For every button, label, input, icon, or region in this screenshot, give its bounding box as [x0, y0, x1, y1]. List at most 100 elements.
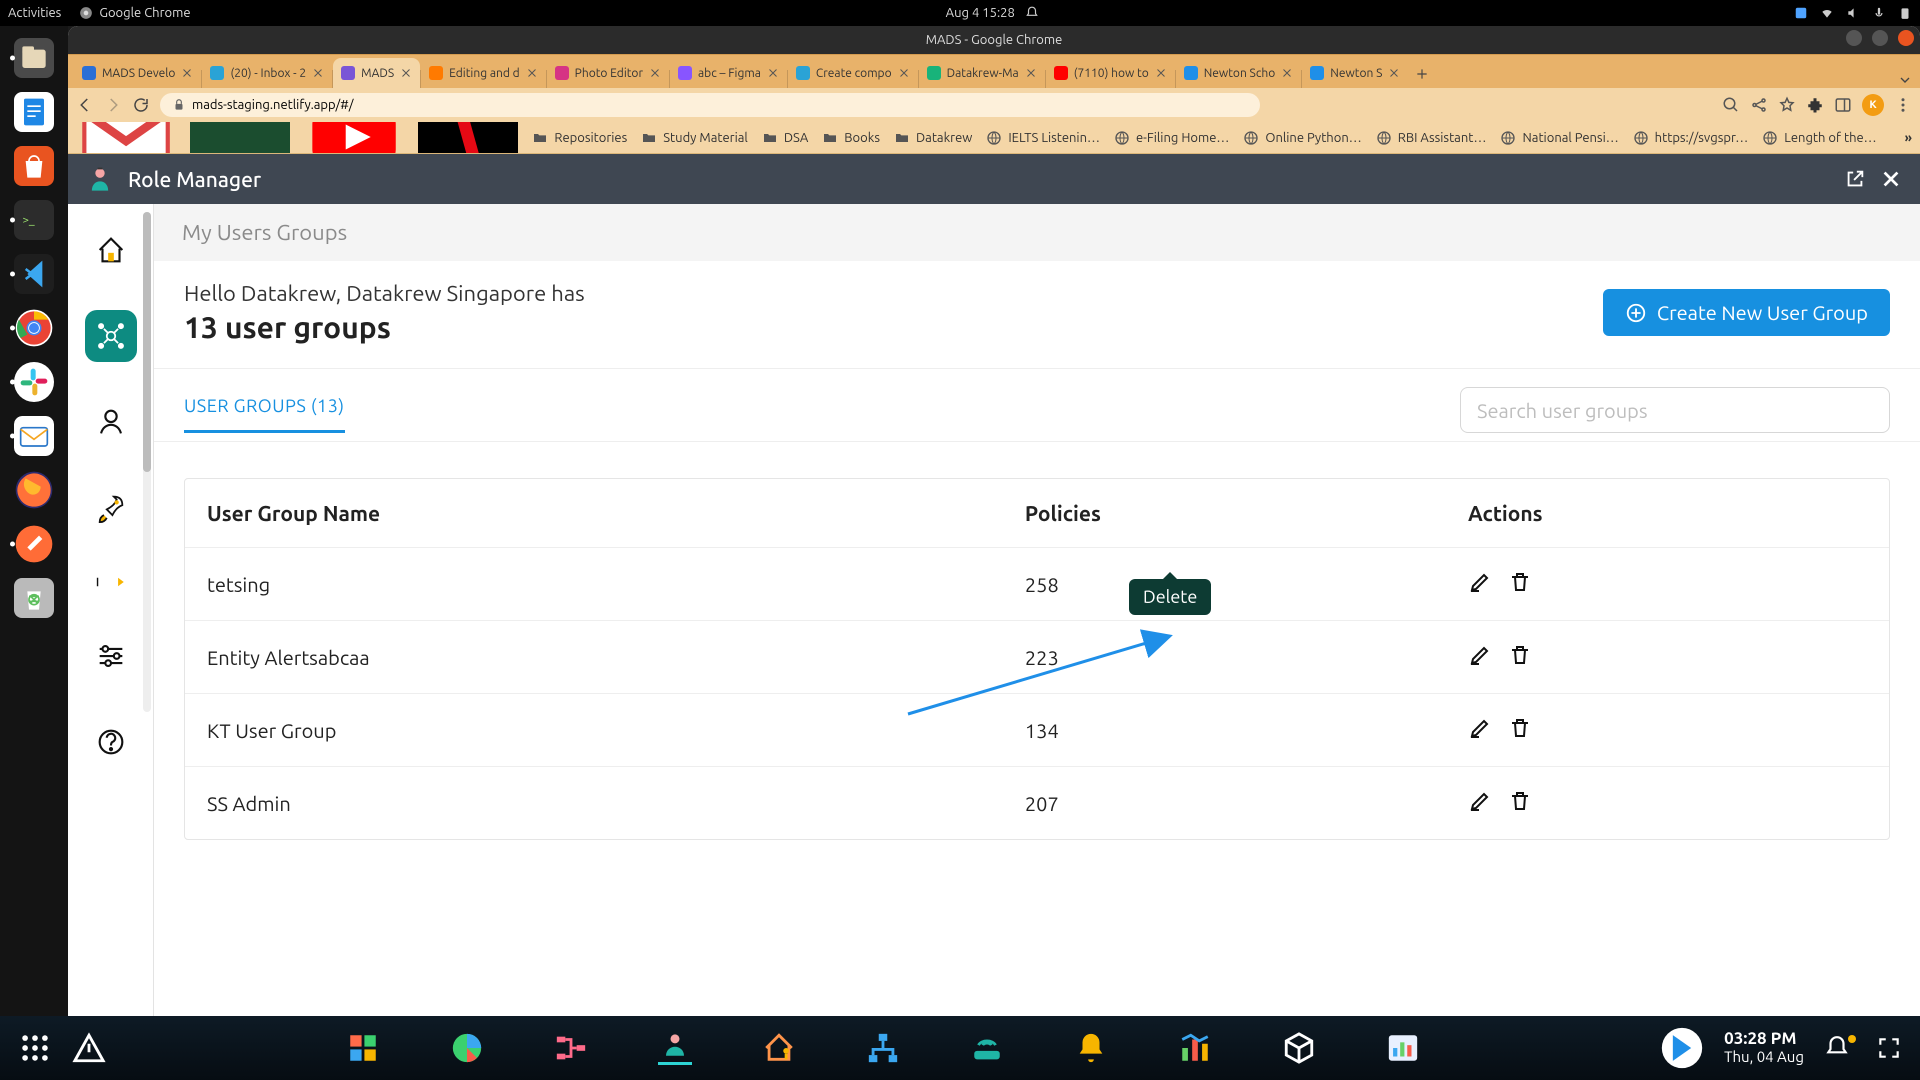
mic-icon[interactable]: [1872, 6, 1886, 20]
dock-terminal[interactable]: >_: [8, 194, 60, 246]
side-panel-icon[interactable]: [1834, 96, 1852, 114]
panel-bars-icon[interactable]: [1178, 1031, 1212, 1065]
rail-help[interactable]: [85, 716, 137, 768]
panel-chart-icon[interactable]: [1386, 1031, 1420, 1065]
tab-close-icon[interactable]: [400, 67, 412, 79]
browser-tab[interactable]: abc – Figma: [670, 58, 787, 88]
tab-close-icon[interactable]: [1155, 67, 1167, 79]
bookmark-icon-1[interactable]: [190, 122, 290, 154]
tabs-overflow-button[interactable]: [1890, 72, 1920, 88]
browser-tab[interactable]: (7110) how to: [1046, 58, 1175, 88]
search-user-groups[interactable]: [1460, 387, 1890, 433]
browser-tab[interactable]: Photo Editor: [547, 58, 669, 88]
dock-mail[interactable]: [8, 410, 60, 462]
indicator-icon[interactable]: [1794, 6, 1808, 20]
browser-tab[interactable]: Create compo: [788, 58, 918, 88]
delete-icon[interactable]: [1508, 789, 1532, 813]
minimize-button[interactable]: [1846, 30, 1862, 46]
bookmark-item[interactable]: National Pensi…: [1500, 130, 1618, 146]
omnibox[interactable]: [160, 93, 1260, 117]
activities-label[interactable]: Activities: [8, 6, 61, 20]
rail-scrollbar[interactable]: [143, 212, 151, 712]
panel-flow-icon[interactable]: [554, 1031, 588, 1065]
url-input[interactable]: [192, 98, 1248, 112]
bookmark-item[interactable]: IELTS Listenin…: [986, 130, 1100, 146]
dock-software[interactable]: [8, 140, 60, 192]
os-clock[interactable]: Aug 4 15:28: [946, 6, 1015, 20]
collapse-handle-icon[interactable]: [94, 565, 128, 599]
tab-close-icon[interactable]: [767, 67, 779, 79]
delete-icon[interactable]: [1508, 643, 1532, 667]
bookmark-item[interactable]: DSA: [762, 130, 808, 146]
dock-nautilus[interactable]: [8, 32, 60, 84]
bookmark-item[interactable]: e-Filing Home…: [1114, 130, 1229, 146]
rail-users[interactable]: [85, 396, 137, 448]
delete-icon[interactable]: [1508, 570, 1532, 594]
tab-close-icon[interactable]: [526, 67, 538, 79]
browser-tab[interactable]: Newton Scho: [1176, 58, 1302, 88]
panel-cube-icon[interactable]: [1282, 1031, 1316, 1065]
netflix-icon[interactable]: [418, 122, 518, 154]
rail-home[interactable]: [85, 224, 137, 276]
dock-slack[interactable]: [8, 356, 60, 408]
bookmark-item[interactable]: Online Python…: [1243, 130, 1361, 146]
edit-icon[interactable]: [1468, 570, 1492, 594]
panel-role-manager-icon[interactable]: [658, 1031, 692, 1065]
battery-icon[interactable]: [1898, 6, 1912, 20]
tab-close-icon[interactable]: [649, 67, 661, 79]
tab-close-icon[interactable]: [1388, 67, 1400, 79]
close-window-button[interactable]: [1898, 30, 1914, 46]
new-tab-button[interactable]: [1408, 60, 1436, 88]
edit-icon[interactable]: [1468, 643, 1492, 667]
panel-bell-outline-icon[interactable]: [1824, 1035, 1850, 1061]
profile-avatar[interactable]: K: [1862, 94, 1884, 116]
dock-firefox[interactable]: [8, 464, 60, 516]
browser-tab[interactable]: MADS Develo: [74, 58, 201, 88]
youtube-icon[interactable]: [304, 122, 404, 154]
close-icon[interactable]: [1880, 168, 1902, 190]
bookmark-item[interactable]: https://svgspr…: [1633, 130, 1749, 146]
rail-network[interactable]: [85, 310, 137, 362]
delete-icon[interactable]: [1508, 716, 1532, 740]
panel-router-icon[interactable]: [970, 1031, 1004, 1065]
warning-triangle-icon[interactable]: [72, 1031, 106, 1065]
apps-grid-icon[interactable]: [18, 1031, 52, 1065]
reload-button[interactable]: [132, 96, 150, 114]
rail-launch[interactable]: [85, 482, 137, 534]
tab-close-icon[interactable]: [1281, 67, 1293, 79]
extensions-icon[interactable]: [1806, 96, 1824, 114]
tab-close-icon[interactable]: [181, 67, 193, 79]
panel-clock[interactable]: 03:28 PM Thu, 04 Aug: [1724, 1030, 1804, 1065]
bookmark-item[interactable]: Datakrew: [894, 130, 972, 146]
bookmark-item[interactable]: Books: [822, 130, 880, 146]
tab-user-groups[interactable]: USER GROUPS (13): [184, 396, 345, 433]
tab-close-icon[interactable]: [898, 67, 910, 79]
chrome-titlebar[interactable]: MADS - Google Chrome: [68, 26, 1920, 54]
zoom-icon[interactable]: [1722, 96, 1740, 114]
dock-trash[interactable]: [8, 572, 60, 624]
bookmark-item[interactable]: Study Material: [641, 130, 748, 146]
volume-icon[interactable]: [1846, 6, 1860, 20]
panel-home-key-icon[interactable]: [762, 1031, 796, 1065]
dock-chrome[interactable]: [8, 302, 60, 354]
bookmark-star-icon[interactable]: [1778, 96, 1796, 114]
bookmark-item[interactable]: Repositories: [532, 130, 627, 146]
maximize-button[interactable]: [1872, 30, 1888, 46]
wifi-icon[interactable]: [1820, 6, 1834, 20]
back-button[interactable]: [76, 96, 94, 114]
rail-settings[interactable]: [85, 630, 137, 682]
browser-tab[interactable]: Datakrew-Ma: [919, 58, 1045, 88]
forward-button[interactable]: [104, 96, 122, 114]
kebab-menu-icon[interactable]: [1894, 96, 1912, 114]
browser-tab[interactable]: MADS: [333, 58, 420, 88]
panel-dashboard-icon[interactable]: [346, 1031, 380, 1065]
create-user-group-button[interactable]: Create New User Group: [1603, 289, 1890, 336]
dock-vscode[interactable]: [8, 248, 60, 300]
panel-hierarchy-icon[interactable]: [866, 1031, 900, 1065]
open-external-icon[interactable]: [1844, 168, 1866, 190]
gmail-icon[interactable]: [76, 122, 176, 154]
bookmark-item[interactable]: Length of the…: [1762, 130, 1876, 146]
browser-tab[interactable]: Newton S: [1302, 58, 1408, 88]
tab-close-icon[interactable]: [312, 67, 324, 79]
tab-close-icon[interactable]: [1025, 67, 1037, 79]
